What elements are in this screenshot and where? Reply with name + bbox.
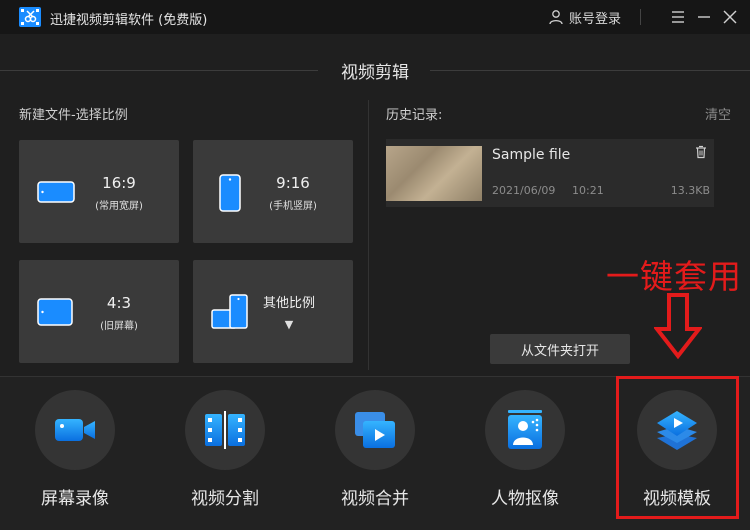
- video-thumbnail: [386, 146, 482, 201]
- tool-icon-circle: [185, 390, 265, 470]
- portrait-cutout-icon: [508, 410, 542, 449]
- ratio-card-4-3[interactable]: 4:3 (旧屏幕): [19, 260, 179, 363]
- other-ratio-dropdown-arrow: ▼: [284, 318, 294, 331]
- app-title: 迅捷视频剪辑软件 (免费版): [50, 13, 208, 28]
- tool-icon-circle: [335, 390, 415, 470]
- tool-video-split[interactable]: 视频分割: [170, 390, 280, 520]
- ratio-value: 16:9: [102, 174, 136, 192]
- history-file-time: 10:21: [572, 184, 604, 197]
- annotation-text: 一键套用: [606, 257, 742, 296]
- ratio-value: 9:16: [276, 174, 310, 192]
- close-button[interactable]: [720, 7, 740, 27]
- camera-icon: [55, 419, 95, 441]
- account-login-button[interactable]: 账号登录: [548, 8, 622, 27]
- portrait-phone-icon: [219, 174, 241, 212]
- history-label: 历史记录:: [386, 108, 443, 123]
- menu-icon: [672, 11, 684, 23]
- app-logo-icon: [19, 7, 41, 27]
- ratio-desc: (手机竖屏): [269, 201, 317, 212]
- tool-label: 视频合并: [341, 489, 409, 509]
- annotation-highlight-box: [616, 376, 739, 519]
- ratio-card-other[interactable]: 其他比例 ▼: [193, 260, 353, 363]
- section-header: 视频剪辑: [0, 58, 750, 83]
- panel-divider: [368, 100, 369, 370]
- ratio-value: 4:3: [106, 294, 132, 312]
- trash-icon[interactable]: [694, 145, 708, 159]
- down-arrow-icon: [654, 293, 702, 359]
- multi-ratio-icon: [211, 294, 248, 329]
- clear-history-button[interactable]: 清空: [705, 104, 731, 123]
- minimize-icon: [698, 16, 710, 18]
- tool-icon-circle: [485, 390, 565, 470]
- ratio-card-9-16[interactable]: 9:16 (手机竖屏): [193, 140, 353, 243]
- minimize-button[interactable]: [694, 7, 714, 27]
- tool-screen-record[interactable]: 屏幕录像: [20, 390, 130, 520]
- film-split-icon: [205, 411, 245, 449]
- history-file-size: 13.3KB: [670, 184, 710, 197]
- tool-label: 屏幕录像: [41, 489, 109, 509]
- video-merge-icon: [355, 412, 395, 448]
- account-login-label: 账号登录: [569, 11, 622, 27]
- old-screen-icon: [37, 298, 73, 326]
- history-file-name: Sample file: [492, 147, 571, 163]
- tool-portrait-cutout[interactable]: 人物抠像: [470, 390, 580, 520]
- ratio-value: 其他比例: [262, 296, 315, 311]
- menu-button[interactable]: [668, 7, 688, 27]
- section-header-line-right: [430, 70, 750, 71]
- close-icon: [723, 10, 737, 24]
- new-file-label: 新建文件-选择比例: [19, 108, 128, 123]
- titlebar-separator: [640, 9, 641, 25]
- ratio-desc: (旧屏幕): [100, 321, 138, 332]
- ratio-card-16-9[interactable]: 16:9 (常用宽屏): [19, 140, 179, 243]
- open-from-folder-button[interactable]: 从文件夹打开: [490, 334, 630, 364]
- landscape-screen-icon: [37, 181, 75, 203]
- title-bar: 迅捷视频剪辑软件 (免费版) 账号登录: [0, 0, 750, 34]
- tool-label: 人物抠像: [491, 489, 559, 509]
- ratio-desc: (常用宽屏): [95, 201, 143, 212]
- history-item[interactable]: Sample file 2021/06/09 10:21 13.3KB: [386, 139, 714, 207]
- user-icon: [549, 10, 563, 25]
- tool-icon-circle: [35, 390, 115, 470]
- tool-label: 视频分割: [191, 489, 259, 509]
- history-file-date: 2021/06/09: [492, 184, 556, 197]
- tool-video-merge[interactable]: 视频合并: [320, 390, 430, 520]
